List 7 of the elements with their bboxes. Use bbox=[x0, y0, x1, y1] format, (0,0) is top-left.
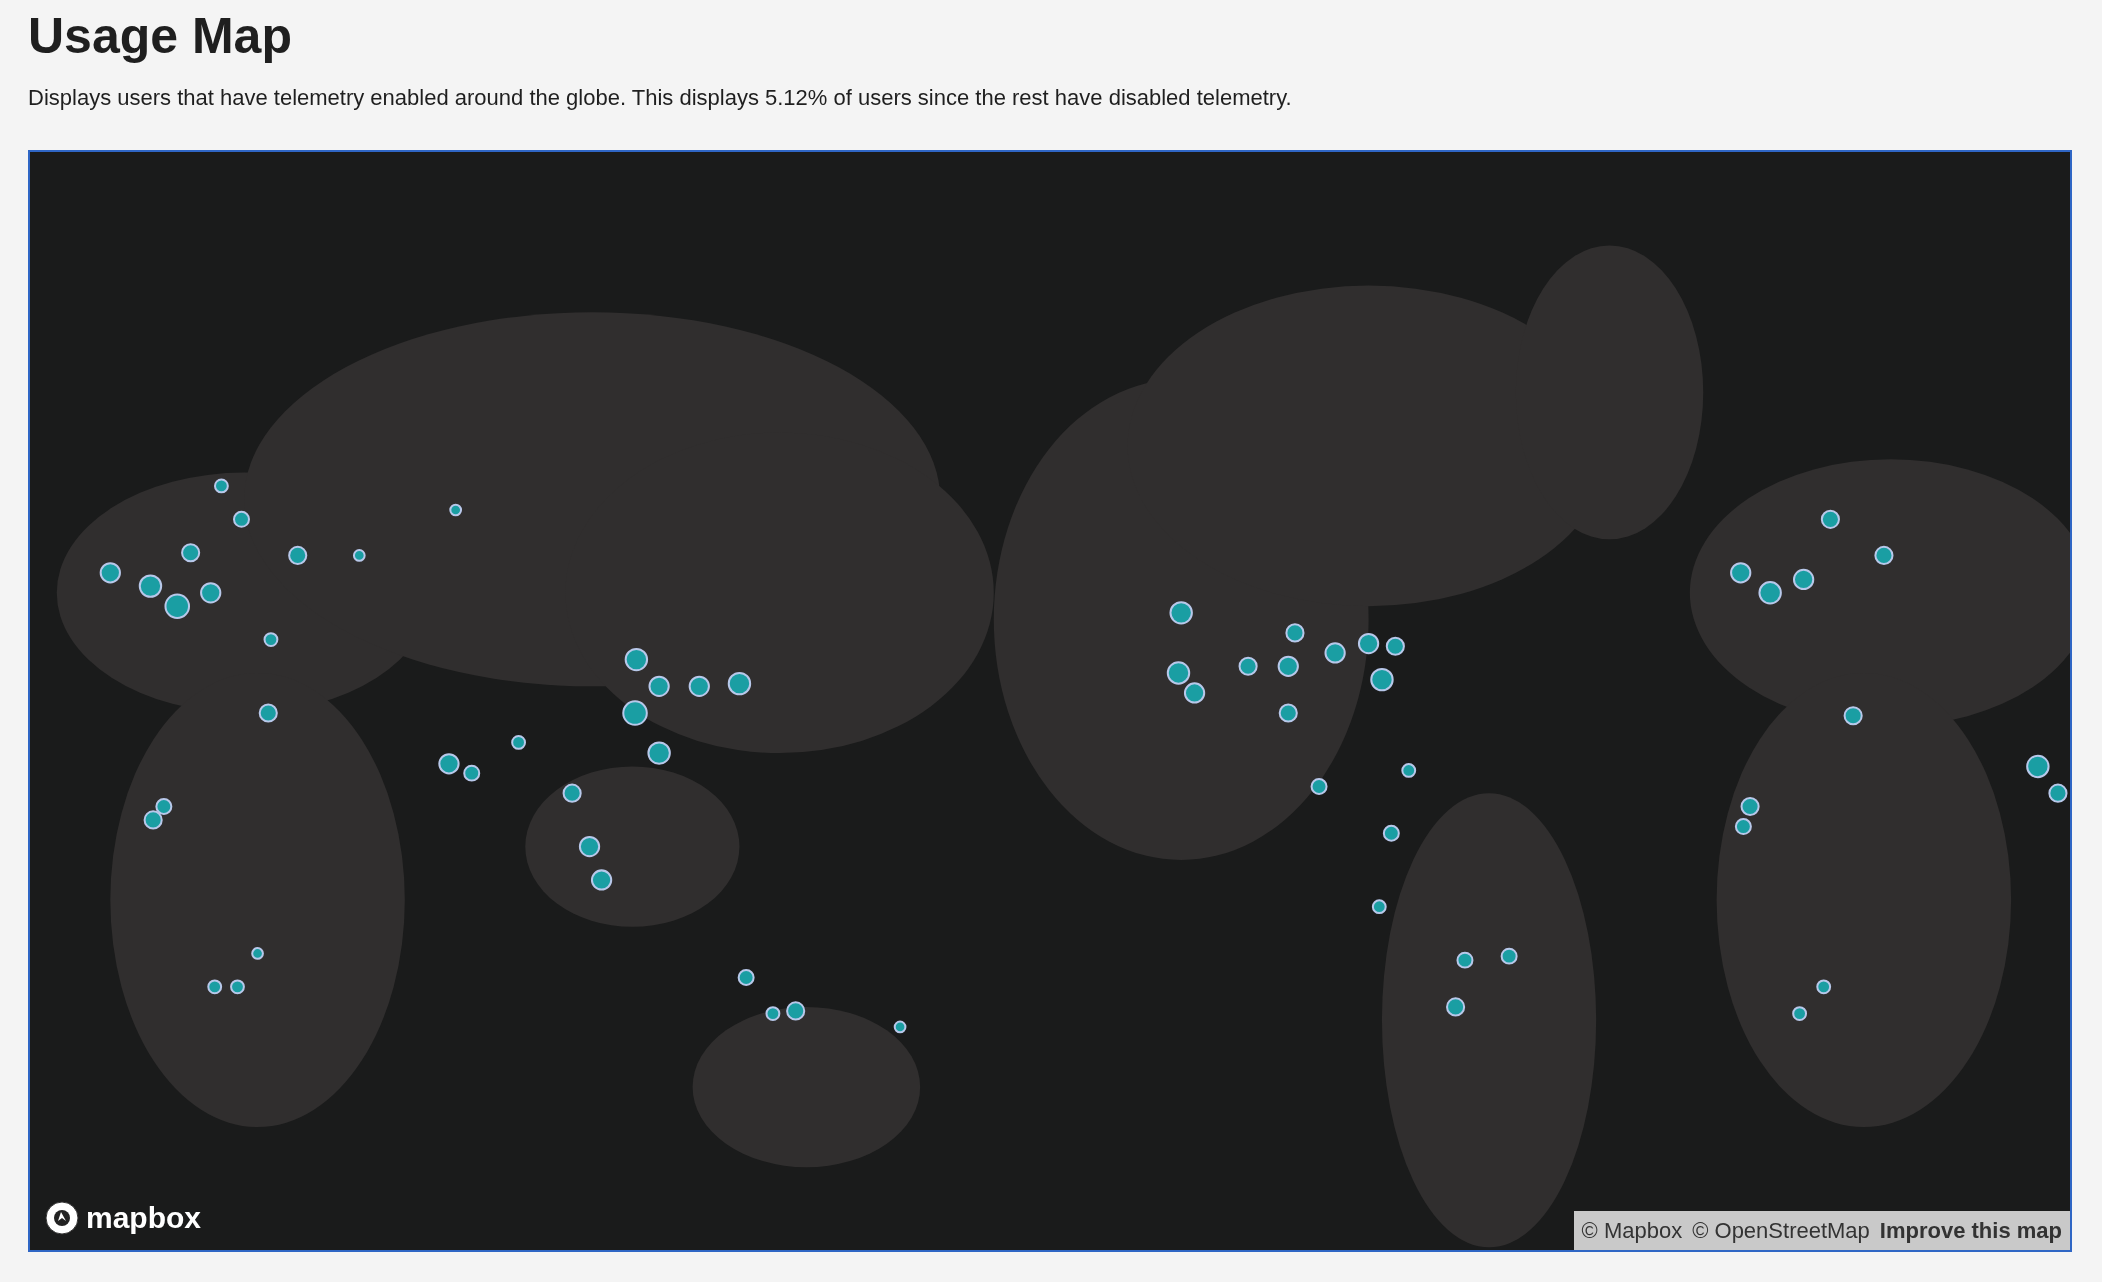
mapbox-logo-icon bbox=[44, 1200, 80, 1236]
attribution-text: © Mapbox bbox=[1581, 1217, 1683, 1245]
page-description: Displays users that have telemetry enabled around the globe. This displays 5.12% of users since the rest have disabled telemetry. bbox=[28, 84, 1292, 112]
mapbox-logo-text: mapbox bbox=[86, 1203, 202, 1233]
page-title: Usage Map bbox=[28, 7, 292, 66]
improve-map-link[interactable]: Improve this map bbox=[1879, 1214, 2062, 1247]
attribution-text: © OpenStreetMap bbox=[1692, 1217, 1870, 1245]
